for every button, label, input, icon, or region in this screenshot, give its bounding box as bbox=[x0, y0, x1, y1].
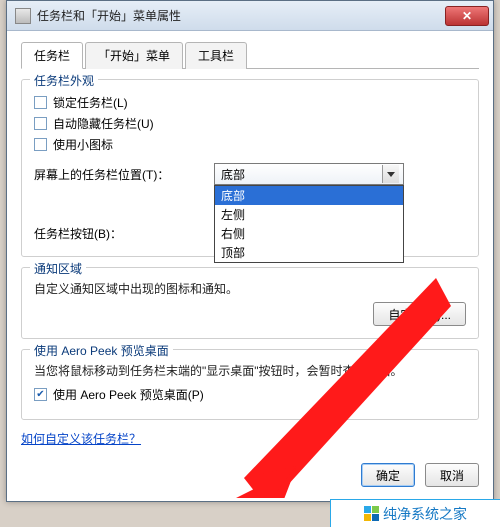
checkbox-lock[interactable] bbox=[34, 96, 47, 109]
row-smallicons: 使用小图标 bbox=[34, 136, 466, 153]
help-link-row: 如何自定义该任务栏？ bbox=[21, 430, 479, 447]
tab-taskbar[interactable]: 任务栏 bbox=[21, 42, 83, 69]
client-area: 任务栏 「开始」菜单 工具栏 任务栏外观 锁定任务栏(L) 自动隐藏任务栏(U)… bbox=[7, 31, 493, 501]
watermark-text: 纯净系统之家 bbox=[383, 504, 467, 524]
chevron-down-icon[interactable] bbox=[382, 165, 399, 183]
dialog-footer: 确定 取消 bbox=[21, 457, 479, 487]
option-right[interactable]: 右侧 bbox=[215, 224, 403, 243]
label-aero-peek: 使用 Aero Peek 预览桌面(P) bbox=[53, 386, 204, 403]
row-autohide: 自动隐藏任务栏(U) bbox=[34, 115, 466, 132]
group-aero: 使用 Aero Peek 预览桌面 当您将鼠标移动到任务栏末端的"显示桌面"按钮… bbox=[21, 349, 479, 420]
group-notify-title: 通知区域 bbox=[30, 260, 86, 277]
aero-desc: 当您将鼠标移动到任务栏末端的"显示桌面"按钮时，会暂时查看桌面。 bbox=[34, 362, 466, 380]
label-lock: 锁定任务栏(L) bbox=[53, 94, 128, 111]
group-appearance-title: 任务栏外观 bbox=[30, 72, 98, 89]
watermark-icon bbox=[364, 506, 379, 521]
tab-strip: 任务栏 「开始」菜单 工具栏 bbox=[21, 41, 479, 69]
checkbox-autohide[interactable] bbox=[34, 117, 47, 130]
app-icon bbox=[15, 8, 31, 24]
group-notify: 通知区域 自定义通知区域中出现的图标和通知。 自定义(C)... bbox=[21, 267, 479, 339]
properties-dialog: 任务栏和「开始」菜单属性 ✕ 任务栏 「开始」菜单 工具栏 任务栏外观 锁定任务… bbox=[6, 0, 494, 502]
watermark: 纯净系统之家 bbox=[330, 499, 500, 527]
label-position: 屏幕上的任务栏位置(T)： bbox=[34, 166, 214, 183]
option-bottom[interactable]: 底部 bbox=[215, 186, 403, 205]
tab-toolbars[interactable]: 工具栏 bbox=[185, 42, 247, 69]
cancel-button[interactable]: 取消 bbox=[425, 463, 479, 487]
group-aero-title: 使用 Aero Peek 预览桌面 bbox=[30, 342, 173, 359]
ok-button[interactable]: 确定 bbox=[361, 463, 415, 487]
checkbox-aero-peek[interactable] bbox=[34, 388, 47, 401]
combo-position[interactable]: 底部 底部 左侧 右侧 顶部 bbox=[214, 163, 404, 185]
customize-button[interactable]: 自定义(C)... bbox=[373, 302, 466, 326]
row-lock: 锁定任务栏(L) bbox=[34, 94, 466, 111]
combo-position-value: 底部 bbox=[221, 166, 245, 183]
option-top[interactable]: 顶部 bbox=[215, 243, 403, 262]
row-position: 屏幕上的任务栏位置(T)： 底部 底部 左侧 右侧 顶部 bbox=[34, 163, 466, 185]
label-buttons: 任务栏按钮(B)： bbox=[34, 225, 214, 242]
combo-position-box[interactable]: 底部 bbox=[214, 163, 404, 185]
help-link[interactable]: 如何自定义该任务栏？ bbox=[21, 432, 141, 446]
group-appearance: 任务栏外观 锁定任务栏(L) 自动隐藏任务栏(U) 使用小图标 屏幕上的任务栏位… bbox=[21, 79, 479, 257]
label-autohide: 自动隐藏任务栏(U) bbox=[53, 115, 154, 132]
checkbox-smallicons[interactable] bbox=[34, 138, 47, 151]
titlebar[interactable]: 任务栏和「开始」菜单属性 ✕ bbox=[7, 1, 493, 31]
option-left[interactable]: 左侧 bbox=[215, 205, 403, 224]
window-title: 任务栏和「开始」菜单属性 bbox=[37, 7, 181, 24]
label-smallicons: 使用小图标 bbox=[53, 136, 113, 153]
row-aero-peek: 使用 Aero Peek 预览桌面(P) bbox=[34, 386, 466, 403]
combo-position-dropdown: 底部 左侧 右侧 顶部 bbox=[214, 185, 404, 263]
close-button[interactable]: ✕ bbox=[445, 6, 489, 26]
notify-desc: 自定义通知区域中出现的图标和通知。 bbox=[34, 280, 466, 298]
tab-start-menu[interactable]: 「开始」菜单 bbox=[85, 42, 183, 69]
